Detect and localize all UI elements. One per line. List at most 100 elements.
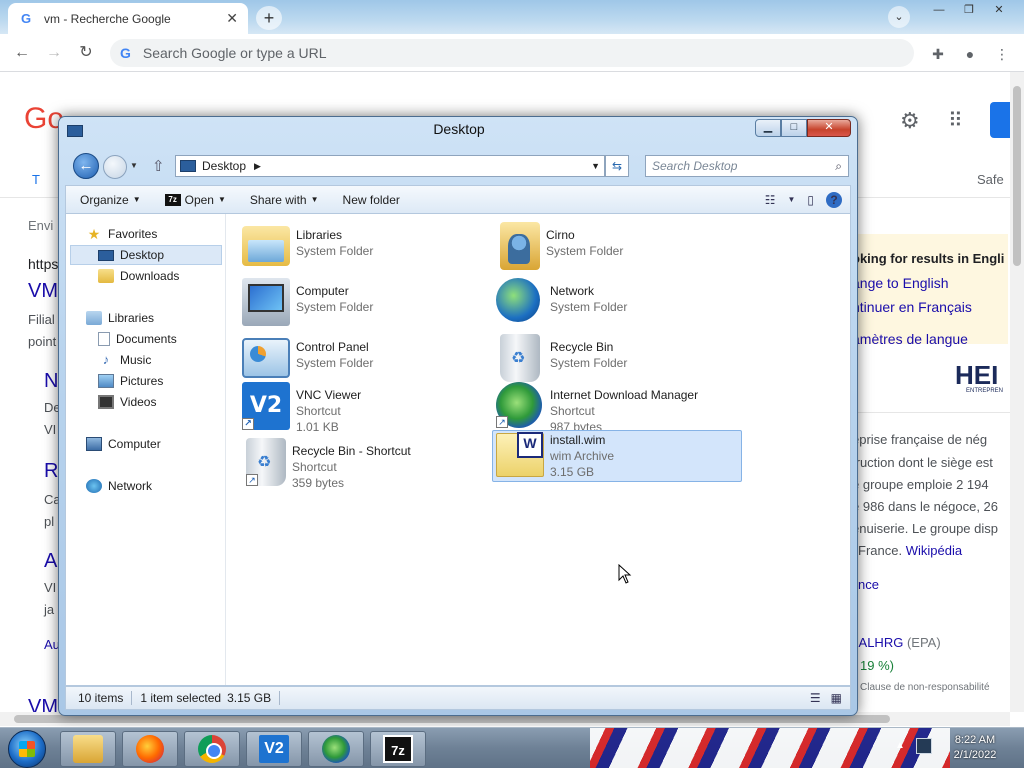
taskbar-vnc-viewer[interactable]: V2 [246, 731, 302, 767]
up-arrow-icon[interactable]: ⇧ [152, 157, 165, 175]
view-dropdown-icon[interactable]: ▼ [787, 195, 795, 204]
file-item-network[interactable]: Network System Folder [496, 278, 746, 330]
user-folder-icon [500, 222, 540, 270]
taskbar-chrome[interactable] [184, 731, 240, 767]
address-breadcrumb[interactable]: Desktop [202, 159, 246, 173]
language-settings-link[interactable]: amètres de langue [852, 331, 968, 347]
back-button[interactable]: ← [73, 153, 99, 179]
taskbar-7zip[interactable]: 7z [370, 731, 426, 767]
omnibox[interactable]: G Search Google or type a URL [110, 39, 914, 67]
profile-avatar-icon[interactable]: ● [960, 44, 980, 64]
file-item-computer[interactable]: Computer System Folder [242, 278, 492, 330]
start-button[interactable] [8, 730, 46, 768]
tab-search-button[interactable]: ⌄ [888, 6, 910, 28]
file-item-install-wim[interactable]: install.wim wim Archive 3.15 GB [492, 430, 742, 482]
minimize-button[interactable]: ▁ [755, 119, 781, 137]
nav-music[interactable]: ♪ Music [98, 350, 152, 370]
tiles-view-icon[interactable]: ▦ [831, 691, 842, 705]
new-tab-button[interactable]: + [256, 6, 282, 30]
disclaimer-link[interactable]: Clause de non-responsabilité [860, 682, 990, 693]
open-menu[interactable]: 7z Open ▼ [153, 193, 238, 207]
browser-tab[interactable]: G vm - Recherche Google ✕ [8, 3, 248, 34]
file-item-recycle-bin-shortcut[interactable]: ↗ Recycle Bin - Shortcut Shortcut 359 byte… [242, 438, 492, 494]
file-item-vnc-viewer[interactable]: V2 ↗ VNC Viewer Shortcut 1.01 KB [242, 382, 492, 438]
close-button[interactable]: ✕ [986, 2, 1012, 18]
recycle-bin-icon: ↗ [246, 438, 286, 486]
nav-network[interactable]: Network [86, 476, 152, 496]
file-type: wim Archive [550, 449, 615, 463]
file-item-cirno[interactable]: Cirno System Folder [496, 222, 746, 274]
file-item-recycle-bin[interactable]: Recycle Bin System Folder [496, 334, 746, 386]
system-clock[interactable]: 8:22 AM 2/1/2022 [940, 733, 1010, 763]
extensions-puzzle-icon[interactable]: ✚ [928, 44, 948, 64]
nav-label: Pictures [120, 374, 164, 388]
safe-search-label[interactable]: Safe [977, 172, 1004, 187]
downloads-folder-icon [98, 269, 114, 283]
apps-grid-icon[interactable]: ⠿ [948, 108, 963, 133]
details-view-icon[interactable]: ☰ [810, 691, 821, 705]
restore-button[interactable]: ❐ [956, 2, 982, 18]
search-tab-all[interactable]: T [32, 172, 40, 187]
refresh-button[interactable]: ⇆ [605, 155, 629, 177]
selection-count: 1 item selected [140, 691, 222, 705]
nav-label: Music [120, 353, 152, 367]
nav-pictures[interactable]: Pictures [98, 371, 163, 391]
show-hidden-icons-icon[interactable]: ▲ [895, 740, 905, 751]
wikipedia-link[interactable]: Wikipédia [906, 543, 962, 558]
tab-close-icon[interactable]: ✕ [226, 10, 238, 27]
taskbar-firefox[interactable] [122, 731, 178, 767]
file-item-control-panel[interactable]: Control Panel System Folder [242, 334, 492, 386]
nav-computer[interactable]: Computer [86, 434, 161, 454]
libraries-icon [86, 311, 102, 325]
taskbar-explorer[interactable] [60, 731, 116, 767]
network-icon [496, 278, 540, 322]
sitelink-title[interactable]: N [44, 370, 58, 393]
breadcrumb-chevron-icon[interactable]: ▶ [254, 161, 261, 172]
minimize-button[interactable]: — [926, 2, 952, 18]
nav-downloads[interactable]: Downloads [98, 266, 179, 286]
nav-documents[interactable]: Documents [98, 329, 177, 349]
maximize-button[interactable]: □ [781, 119, 807, 137]
close-button[interactable]: ✕ [807, 119, 851, 137]
forward-button[interactable] [103, 155, 127, 179]
help-icon[interactable]: ? [826, 191, 842, 208]
search-icon[interactable]: ⌕ [835, 159, 842, 174]
scrollbar-thumb[interactable] [14, 715, 890, 723]
file-item-libraries[interactable]: Libraries System Folder [242, 222, 492, 274]
continue-in-french-link[interactable]: ntinuer en Français [852, 299, 972, 315]
address-bar[interactable]: Desktop ▶ ▼ [175, 155, 605, 177]
search-input[interactable]: Search Desktop ⌕ [645, 155, 849, 177]
page-vertical-scrollbar[interactable] [1010, 72, 1024, 712]
file-size: 1.01 KB [296, 420, 339, 434]
settings-gear-icon[interactable]: ⚙ [900, 108, 920, 134]
back-arrow-icon[interactable]: ← [10, 42, 34, 64]
change-to-english-link[interactable]: ange to English [852, 275, 949, 291]
address-dropdown-icon[interactable]: ▼ [591, 161, 600, 171]
sign-in-button[interactable] [990, 102, 1010, 138]
panel-link[interactable]: nce [858, 577, 879, 592]
recent-pages-dropdown-icon[interactable]: ▼ [130, 161, 138, 170]
file-item-text: Control Panel System Folder [296, 334, 373, 370]
result-title[interactable]: VM [28, 696, 58, 712]
nav-videos[interactable]: Videos [98, 392, 156, 412]
nav-libraries[interactable]: Libraries [86, 308, 154, 328]
scrollbar-thumb[interactable] [1013, 86, 1021, 266]
sitelink-title[interactable]: A [44, 550, 57, 573]
kebab-menu-icon[interactable]: ⋮ [992, 44, 1012, 64]
organize-menu[interactable]: Organize ▼ [66, 193, 153, 207]
file-item-text: Cirno System Folder [546, 222, 623, 258]
forward-arrow-icon[interactable]: → [42, 42, 66, 64]
reload-icon[interactable]: ↻ [74, 42, 98, 64]
nav-desktop[interactable]: Desktop [70, 245, 222, 265]
share-with-menu[interactable]: Share with ▼ [238, 193, 331, 207]
network-tray-icon[interactable] [916, 738, 932, 754]
sitelink-title[interactable]: R [44, 460, 58, 483]
stock-ticker-link[interactable]: ALHRG [859, 635, 904, 650]
nav-favorites[interactable]: ★ Favorites [86, 224, 158, 244]
result-title[interactable]: VM [28, 280, 58, 303]
taskbar-idm[interactable] [308, 731, 364, 767]
sitelink-snippet: pl [44, 514, 55, 529]
preview-pane-icon[interactable]: ▯ [807, 193, 814, 207]
new-folder-button[interactable]: New folder [331, 193, 412, 207]
change-view-icon[interactable]: ☷ [765, 193, 776, 207]
